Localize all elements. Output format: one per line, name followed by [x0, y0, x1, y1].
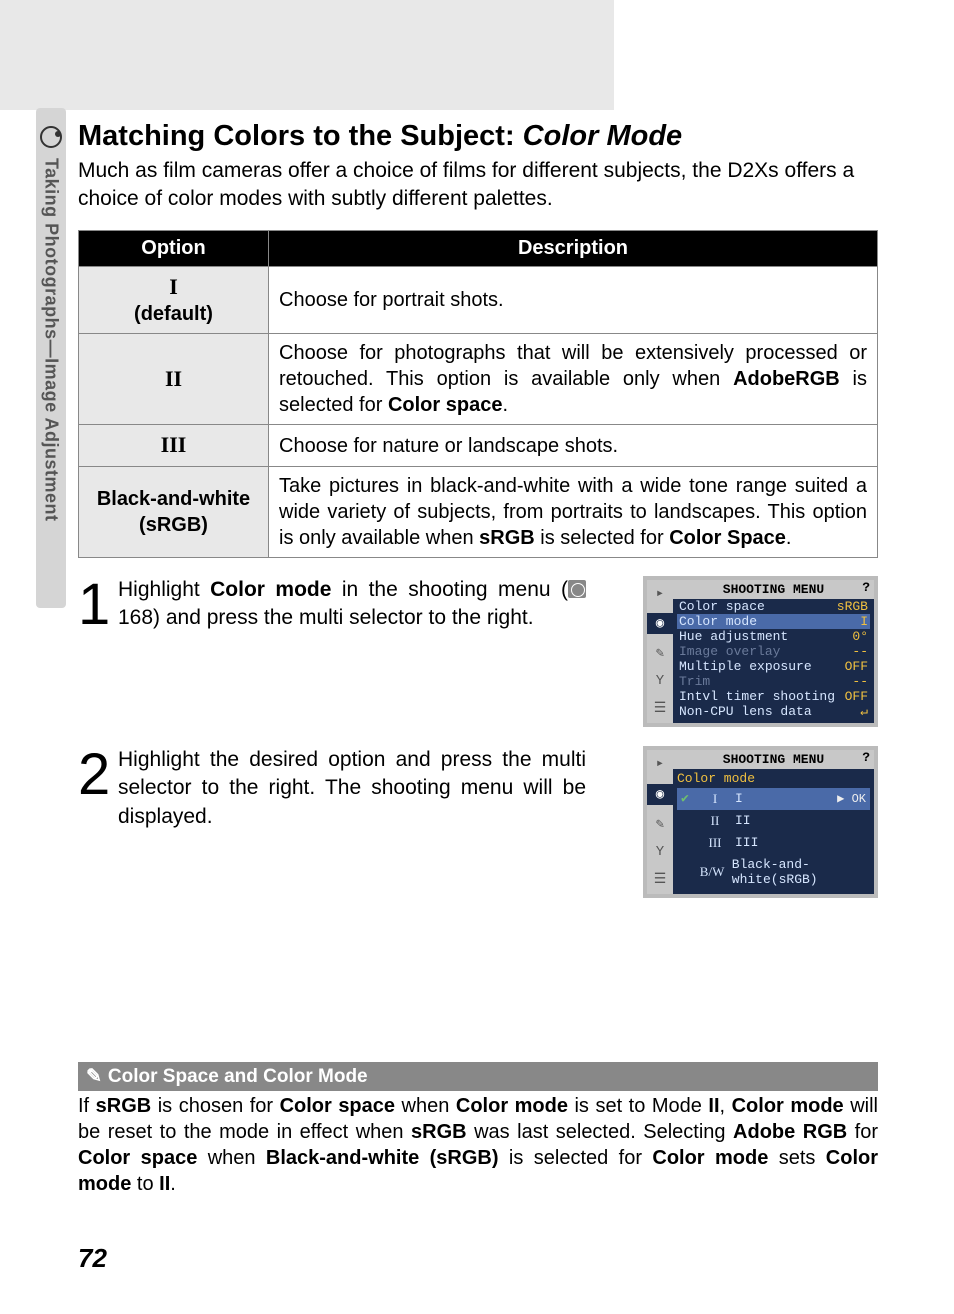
header-banner: [0, 0, 614, 110]
table-row: IIChoose for photographs that will be ex…: [79, 334, 878, 425]
menu-row: Color spacesRGB: [677, 599, 870, 614]
option-cell: II: [79, 334, 269, 425]
color-mode-option: IIII: [677, 810, 870, 832]
menu-row: Color modeI: [677, 614, 870, 629]
step-text: Highlight Color mode in the shooting men…: [118, 576, 586, 633]
color-mode-option: IIIIII: [677, 832, 870, 854]
menu-row: Hue adjustment0°: [677, 629, 870, 644]
col-option: Option: [79, 230, 269, 266]
page-title: Matching Colors to the Subject: Color Mo…: [78, 120, 878, 153]
step-number: 2: [78, 750, 112, 799]
step-text: Highlight the desired option and press t…: [118, 746, 586, 831]
shooting-tab-icon: ◉: [647, 784, 673, 805]
color-mode-option: B/WBlack-and-white(sRGB): [677, 854, 870, 890]
menu-row: Multiple exposureOFF: [677, 659, 870, 674]
color-mode-option: ✔II▶ OK: [677, 788, 870, 810]
playback-tab-icon: ▸: [656, 585, 664, 602]
intro-text: Much as film cameras offer a choice of f…: [78, 157, 878, 214]
menu-row: Intvl timer shootingOFF: [677, 689, 870, 704]
playback-tab-icon: ▸: [656, 755, 664, 772]
menu-row: Trim--: [677, 674, 870, 689]
table-row: IIIChoose for nature or landscape shots.: [79, 425, 878, 467]
col-description: Description: [269, 230, 878, 266]
shooting-tab-icon: ◉: [647, 613, 673, 634]
option-cell: Black-and-white(sRGB): [79, 466, 269, 557]
steps: 1 Highlight Color mode in the shooting m…: [78, 576, 878, 916]
screen-side-tabs: ▸ ◉ ✎ Y ☰: [647, 580, 673, 723]
description-cell: Take pictures in black-and-white with a …: [269, 466, 878, 557]
screen-subtitle: Color mode: [673, 769, 874, 786]
camera-screen-color-mode: ▸ ◉ ✎ Y ☰ SHOOTING MENU? Color mode ✔II▶…: [643, 746, 878, 898]
menu-row: Image overlay--: [677, 644, 870, 659]
description-cell: Choose for portrait shots.: [269, 266, 878, 334]
mode-dial-icon: [40, 126, 62, 148]
menu-row: Non-CPU lens data↵: [677, 704, 870, 719]
screen-side-tabs: ▸ ◉ ✎ Y ☰: [647, 750, 673, 894]
pencil-tab-icon: ✎: [656, 645, 664, 662]
recent-tab-icon: ☰: [654, 700, 667, 717]
section-label: Taking Photographs—Image Adjustment: [41, 158, 62, 522]
screen-title: SHOOTING MENU?: [673, 580, 874, 599]
note-icon: ✎: [86, 1065, 102, 1088]
option-cell: III: [79, 425, 269, 467]
footnote-body: If sRGB is chosen for Color space when C…: [78, 1091, 878, 1197]
footnote-heading: ✎ Color Space and Color Mode: [78, 1062, 878, 1091]
setup-tab-icon: Y: [656, 844, 664, 860]
step-number: 1: [78, 580, 112, 629]
options-table: Option Description I(default)Choose for …: [78, 230, 878, 558]
page-ref-icon: [568, 580, 586, 598]
pencil-tab-icon: ✎: [656, 816, 664, 833]
camera-screen-shooting-menu: ▸ ◉ ✎ Y ☰ SHOOTING MENU? Color spacesRGB…: [643, 576, 878, 727]
setup-tab-icon: Y: [656, 673, 664, 689]
table-row: Black-and-white(sRGB)Take pictures in bl…: [79, 466, 878, 557]
help-icon: ?: [862, 750, 870, 765]
table-row: I(default)Choose for portrait shots.: [79, 266, 878, 334]
description-cell: Choose for nature or landscape shots.: [269, 425, 878, 467]
option-cell: I(default): [79, 266, 269, 334]
page-number: 72: [78, 1243, 107, 1274]
recent-tab-icon: ☰: [654, 871, 667, 888]
main-content: Matching Colors to the Subject: Color Mo…: [78, 120, 878, 916]
footnote: ✎ Color Space and Color Mode If sRGB is …: [78, 1062, 878, 1197]
description-cell: Choose for photographs that will be exte…: [269, 334, 878, 425]
help-icon: ?: [862, 580, 870, 595]
side-tab: Taking Photographs—Image Adjustment: [36, 108, 66, 608]
screen-title: SHOOTING MENU?: [673, 750, 874, 769]
